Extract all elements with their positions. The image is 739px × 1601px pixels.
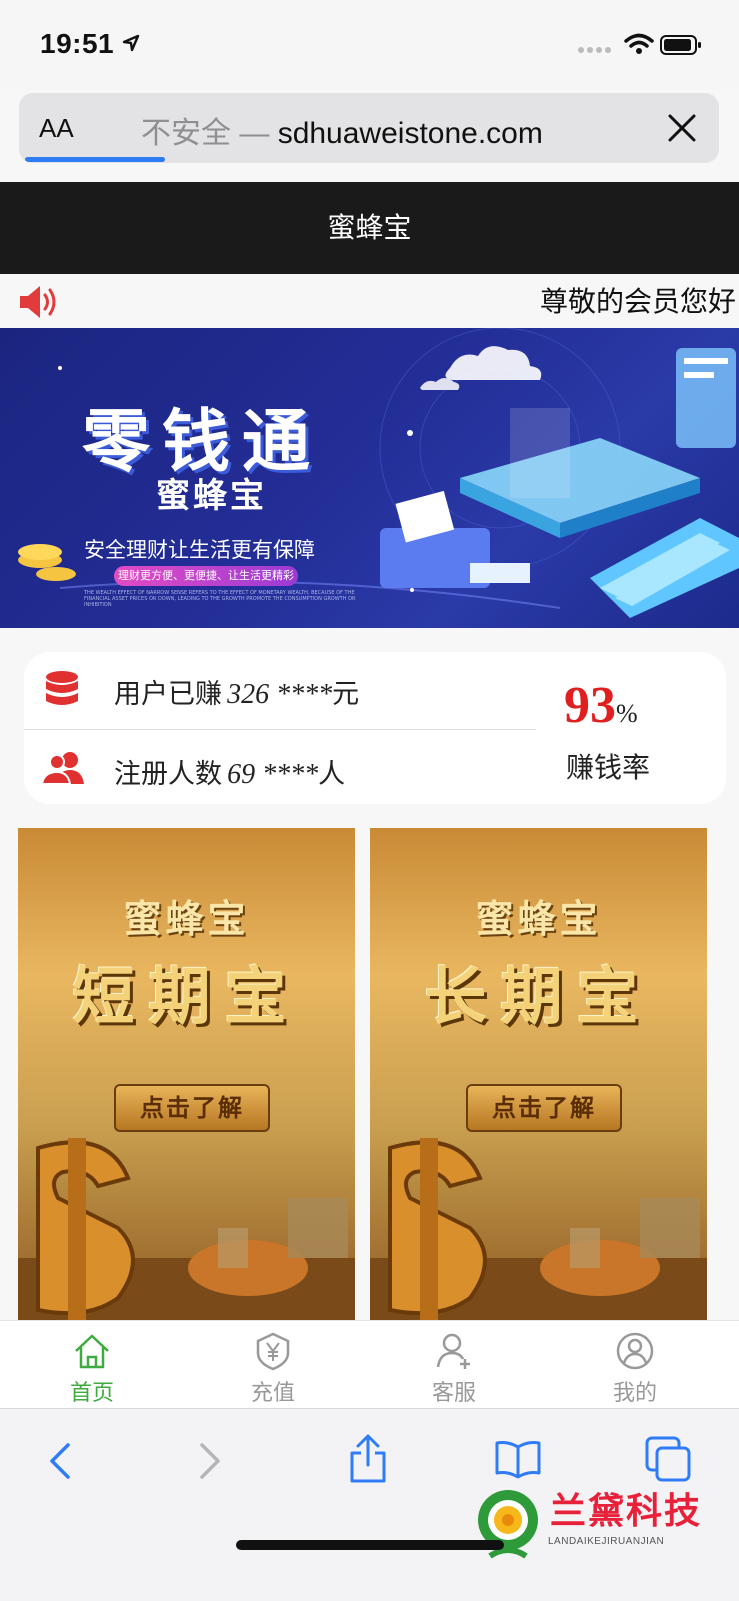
learn-more-button[interactable]: 点击了解 bbox=[114, 1084, 270, 1132]
notice-text: 尊敬的会员您好 bbox=[540, 285, 737, 318]
tab-customer-service[interactable]: 客服 bbox=[362, 1321, 546, 1409]
users-row: 注册人数 69 ****人 bbox=[114, 752, 345, 791]
watermark-subtext: LANDAIKEJIRUANJIAN bbox=[548, 1536, 665, 1547]
earning-rate-value: 93 bbox=[564, 677, 616, 734]
close-icon[interactable] bbox=[665, 111, 699, 145]
users-unit: 人 bbox=[318, 759, 346, 790]
notice-marquee: 尊敬的会员您好 bbox=[0, 274, 739, 330]
wifi-icon bbox=[624, 33, 654, 54]
dollar-sign-illustration bbox=[18, 1138, 355, 1320]
watermark-text: 兰黛科技 bbox=[550, 1491, 703, 1532]
address-bar[interactable]: AA 不安全 — sdhuaweistone.com bbox=[19, 93, 719, 163]
banner-fine-print: THE WEALTH EFFECT OF NARROW SENSE REFERS… bbox=[84, 590, 356, 608]
earned-label: 用户已赚 bbox=[114, 679, 222, 710]
back-icon[interactable] bbox=[44, 1441, 74, 1481]
battery-icon bbox=[660, 35, 701, 55]
cellular-signal-icon bbox=[578, 47, 611, 53]
page-load-progress bbox=[25, 157, 165, 162]
forward-icon[interactable] bbox=[196, 1441, 226, 1481]
divider bbox=[24, 729, 536, 730]
url-security-label: 不安全 — bbox=[141, 117, 270, 150]
earned-row: 用户已赚 326 ****元 bbox=[114, 672, 359, 711]
banner-brand: 蜜蜂宝 bbox=[156, 476, 267, 516]
tab-home[interactable]: 首页 bbox=[0, 1321, 184, 1409]
banner-slogan: 安全理财让生活更有保障 bbox=[84, 538, 315, 562]
product-brand: 蜜蜂宝 bbox=[123, 897, 250, 941]
product-card-short-term[interactable]: 蜜蜂宝 短期宝 点击了解 bbox=[18, 828, 355, 1320]
promo-banner[interactable]: 零钱通 蜜蜂宝 安全理财让生活更有保障 理财更方便、更便捷、让生活更精彩 THE… bbox=[0, 328, 739, 628]
text-size-button[interactable]: AA bbox=[39, 113, 74, 144]
url-host: sdhuaweistone.com bbox=[277, 117, 543, 150]
yuan-shield-icon bbox=[256, 1332, 290, 1371]
speaker-icon bbox=[20, 286, 56, 318]
tab-label: 充值 bbox=[250, 1381, 295, 1406]
banner-pill: 理财更方便、更便捷、让生活更精彩 bbox=[114, 566, 298, 586]
sunflower-logo-icon bbox=[478, 1490, 538, 1559]
page-title: 蜜蜂宝 bbox=[0, 182, 739, 274]
database-icon bbox=[46, 671, 78, 705]
url-display[interactable]: 不安全 — sdhuaweistone.com bbox=[141, 108, 543, 152]
users-label: 注册人数 bbox=[114, 759, 222, 790]
site-tab-bar: 首页 充值 客服 我的 bbox=[0, 1320, 739, 1409]
product-brand: 蜜蜂宝 bbox=[475, 897, 602, 941]
status-bar: 19:51 bbox=[0, 0, 739, 90]
earning-rate-unit: % bbox=[616, 699, 638, 728]
product-title: 长期宝 bbox=[424, 960, 653, 1033]
earned-value: 326 **** bbox=[227, 679, 333, 710]
home-indicator[interactable] bbox=[236, 1540, 504, 1550]
tab-recharge[interactable]: 充值 bbox=[181, 1321, 365, 1409]
tabs-icon[interactable] bbox=[644, 1435, 692, 1483]
share-icon[interactable] bbox=[348, 1433, 388, 1485]
tab-label: 客服 bbox=[431, 1381, 476, 1406]
earning-rate-label: 赚钱率 bbox=[566, 751, 651, 784]
earning-rate: 93% bbox=[564, 676, 638, 735]
home-icon bbox=[75, 1334, 109, 1369]
tab-label: 我的 bbox=[612, 1381, 657, 1406]
product-card-long-term[interactable]: 蜜蜂宝 长期宝 点击了解 bbox=[370, 828, 707, 1320]
stats-card: 用户已赚 326 ****元 注册人数 69 ****人 93% 赚钱率 bbox=[24, 652, 726, 804]
product-title: 短期宝 bbox=[72, 960, 301, 1033]
add-user-icon bbox=[436, 1333, 470, 1369]
tab-label: 首页 bbox=[69, 1381, 114, 1406]
status-time: 19:51 bbox=[40, 28, 115, 59]
bookmarks-icon[interactable] bbox=[494, 1439, 542, 1479]
learn-more-button[interactable]: 点击了解 bbox=[466, 1084, 622, 1132]
profile-icon bbox=[616, 1332, 654, 1370]
tab-profile[interactable]: 我的 bbox=[543, 1321, 727, 1409]
earned-unit: 元 bbox=[332, 679, 360, 710]
users-icon bbox=[42, 752, 84, 785]
users-value: 69 **** bbox=[227, 759, 319, 790]
dollar-sign-illustration bbox=[370, 1138, 707, 1320]
watermark-logo: 兰黛科技 LANDAIKEJIRUANJIAN bbox=[470, 1478, 730, 1568]
location-arrow-icon bbox=[122, 34, 140, 52]
